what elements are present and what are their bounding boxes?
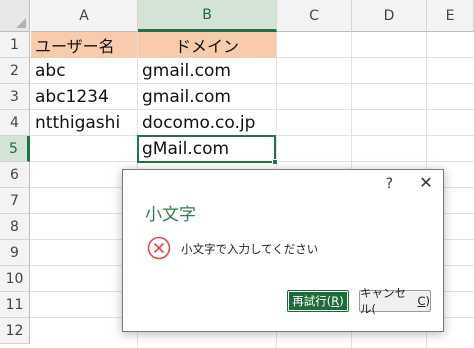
row-header-12[interactable]: 12 xyxy=(0,318,30,344)
cell-a1[interactable]: ユーザー名 xyxy=(31,32,137,58)
retry-label-end: ) xyxy=(339,294,344,308)
row-header-9[interactable]: 9 xyxy=(0,240,30,266)
row-header-3[interactable]: 3 xyxy=(0,84,30,110)
row-header-2[interactable]: 2 xyxy=(0,58,30,84)
column-header-e[interactable]: E xyxy=(427,0,474,32)
row-header-5[interactable]: 5 xyxy=(0,136,30,162)
cancel-button[interactable]: キャンセル( C) xyxy=(359,286,431,316)
dialog-message: 小文字で入力してください xyxy=(181,242,319,256)
cell-a2[interactable]: abc xyxy=(31,58,137,84)
cancel-mnemonic: C xyxy=(417,294,426,308)
cell-b1[interactable]: ドメイン xyxy=(138,32,276,58)
cell-b3[interactable]: gmail.com xyxy=(138,84,276,110)
cell-a4[interactable]: ntthigashi xyxy=(31,110,137,136)
row-header-11[interactable]: 11 xyxy=(0,292,30,318)
retry-label: 再試行( xyxy=(292,294,332,308)
cell-b2[interactable]: gmail.com xyxy=(138,58,276,84)
cancel-label: キャンセル( xyxy=(360,286,406,316)
retry-button[interactable]: 再試行(R) xyxy=(287,290,349,312)
cell-a3[interactable]: abc1234 xyxy=(31,84,137,110)
select-all-triangle-icon xyxy=(16,18,26,28)
dialog-title: 小文字 xyxy=(145,205,196,225)
row-header-1[interactable]: 1 xyxy=(0,32,30,58)
row-header-7[interactable]: 7 xyxy=(0,188,30,214)
active-cell-border xyxy=(137,135,276,163)
retry-mnemonic: R xyxy=(331,294,340,308)
row-header-6[interactable]: 6 xyxy=(0,162,30,188)
fill-handle[interactable] xyxy=(272,159,278,165)
help-icon[interactable]: ? xyxy=(386,176,393,192)
cell-b4[interactable]: docomo.co.jp xyxy=(138,110,276,136)
column-header-a[interactable]: A xyxy=(31,0,138,32)
cancel-label-end: ) xyxy=(425,294,431,308)
row-header-8[interactable]: 8 xyxy=(0,214,30,240)
column-header-c[interactable]: C xyxy=(277,0,352,32)
error-icon xyxy=(147,236,171,260)
row-header-4[interactable]: 4 xyxy=(0,110,30,136)
close-icon[interactable]: ✕ xyxy=(417,173,435,192)
validation-error-dialog: ? ✕ 小文字 小文字で入力してください 再試行(R) キャンセル( C) xyxy=(122,169,444,332)
row-header-10[interactable]: 10 xyxy=(0,266,30,292)
column-header-b[interactable]: B xyxy=(138,0,277,32)
select-all-corner[interactable] xyxy=(0,0,30,32)
column-header-d[interactable]: D xyxy=(352,0,427,32)
